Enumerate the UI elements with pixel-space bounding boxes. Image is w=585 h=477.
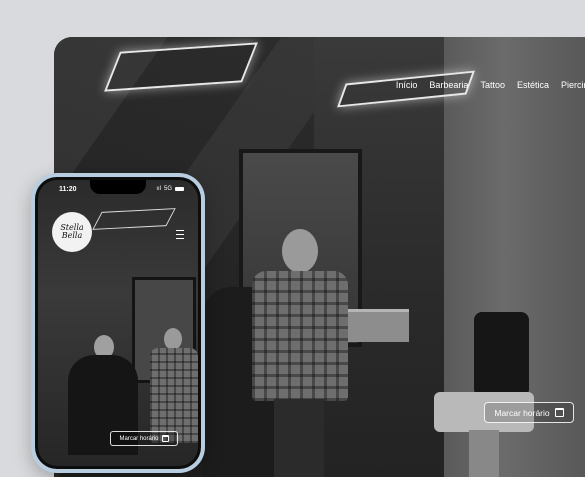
nav-item-piercings[interactable]: Piercings [561, 80, 585, 90]
phone-notch [90, 180, 146, 194]
stylist-legs [274, 399, 324, 477]
nav-item-inicio[interactable]: Início [396, 80, 418, 90]
stylist-head [282, 229, 318, 273]
barber-chair [434, 312, 544, 477]
stylist-head [164, 328, 182, 350]
nav-item-barbearia[interactable]: Barbearia [429, 80, 468, 90]
book-appointment-label: Marcar horário [494, 407, 550, 418]
nav-item-estetica[interactable]: Estética [517, 80, 549, 90]
book-appointment-label: Marcar horário [119, 435, 159, 442]
hamburger-menu-icon[interactable] [176, 230, 184, 239]
main-nav: Início Barbearia Tattoo Estética Piercin… [396, 80, 585, 90]
chair-back [474, 312, 529, 397]
status-indicators: ııl 5G [156, 186, 184, 192]
stylist-figure [150, 348, 198, 443]
nav-item-tattoo[interactable]: Tattoo [480, 80, 505, 90]
ceiling-light [92, 208, 176, 230]
brand-logo-text: Stella Bella [60, 223, 84, 240]
phone-mockup: 11:20 ııl 5G Stella Bella Marcar horário [31, 173, 205, 473]
stylist-shirt [252, 271, 348, 401]
brand-logo[interactable]: Stella Bella [52, 212, 92, 252]
book-appointment-button-mobile[interactable]: Marcar horário [110, 431, 178, 446]
book-appointment-button[interactable]: Marcar horário [484, 402, 574, 423]
calendar-icon [161, 435, 169, 442]
chair-base [469, 430, 499, 477]
battery-icon [175, 187, 184, 191]
signal-icon: ııl [156, 186, 161, 192]
phone-bezel: 11:20 ııl 5G Stella Bella Marcar horário [35, 177, 201, 469]
stylist-figure [244, 229, 354, 477]
calendar-icon [554, 408, 564, 417]
phone-screen: 11:20 ııl 5G Stella Bella Marcar horário [38, 180, 198, 466]
network-label: 5G [163, 186, 172, 192]
status-time: 11:20 [59, 186, 77, 193]
